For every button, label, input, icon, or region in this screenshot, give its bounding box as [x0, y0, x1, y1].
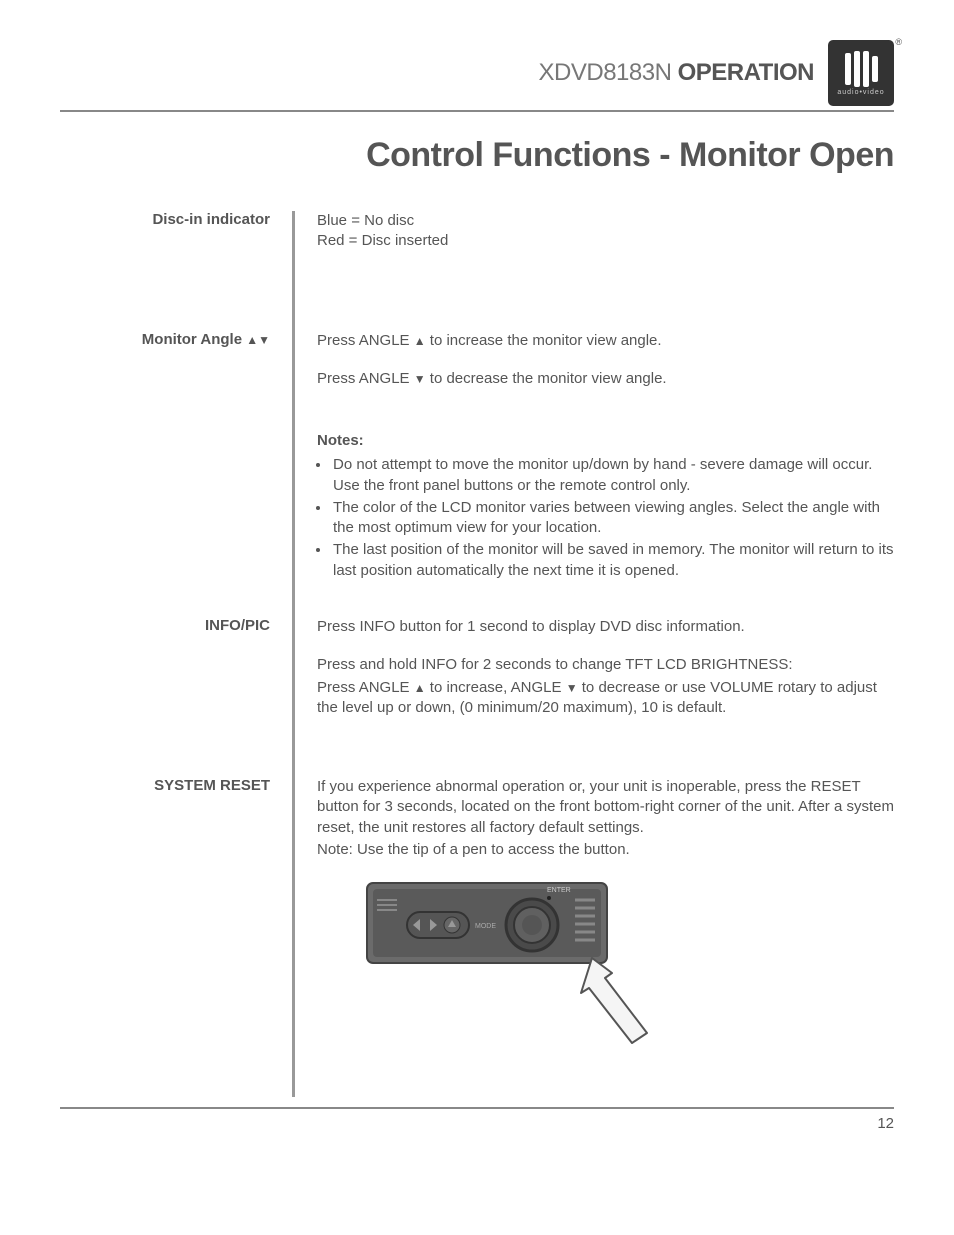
- reset-body: If you experience abnormal operation or,…: [295, 777, 894, 1078]
- angle-decrease-text: Press ANGLE to decrease the monitor view…: [317, 369, 894, 389]
- page-footer: 12: [60, 1107, 894, 1132]
- triangle-up-icon: [414, 679, 426, 696]
- header-rule: [60, 110, 894, 112]
- page-header: XDVD8183N OPERATION ® audio•video: [60, 40, 894, 106]
- notes-body: Notes: Do not attempt to move the monito…: [295, 431, 894, 617]
- reset-label: SYSTEM RESET: [60, 777, 292, 1097]
- operation-label: OPERATION: [678, 59, 814, 86]
- manual-page: XDVD8183N OPERATION ® audio•video Contro…: [0, 0, 954, 1162]
- note-2: The color of the LCD monitor varies betw…: [331, 498, 894, 539]
- device-illustration: ENTER MODE: [357, 878, 894, 1078]
- labels-column: Disc-in indicator Monitor Angle INFO/PIC…: [60, 211, 292, 1097]
- reset-note: Note: Use the tip of a pen to access the…: [317, 840, 894, 860]
- notes-heading: Notes:: [317, 432, 364, 449]
- notes-list: Do not attempt to move the monitor up/do…: [317, 455, 894, 581]
- registered-mark: ®: [895, 37, 902, 47]
- triangle-down-icon: [566, 679, 578, 696]
- disc-label: Disc-in indicator: [60, 211, 292, 331]
- svg-text:MODE: MODE: [475, 923, 496, 930]
- model-number: XDVD8183N: [539, 59, 672, 86]
- svg-text:ENTER: ENTER: [547, 887, 571, 894]
- header-title: XDVD8183N OPERATION: [539, 59, 814, 87]
- content-section: Disc-in indicator Monitor Angle INFO/PIC…: [60, 211, 894, 1097]
- angle-label-text: Monitor Angle: [142, 331, 246, 348]
- reset-diagram-icon: ENTER MODE: [357, 878, 657, 1078]
- disc-red-line: Red = Disc inserted: [317, 231, 894, 251]
- triangle-up-icon: [246, 331, 258, 348]
- page-title: Control Functions - Monitor Open: [60, 136, 894, 175]
- dual-logo: ® audio•video: [828, 40, 894, 106]
- triangle-down-icon: [258, 331, 270, 348]
- page-number: 12: [877, 1115, 894, 1132]
- notes-spacer: [60, 431, 292, 617]
- angle-label: Monitor Angle: [60, 331, 292, 431]
- info-p2: Press and hold INFO for 2 seconds to cha…: [317, 655, 894, 675]
- logo-bars-icon: [845, 51, 878, 87]
- info-p3: Press ANGLE to increase, ANGLE to decrea…: [317, 678, 894, 719]
- note-3: The last position of the monitor will be…: [331, 540, 894, 581]
- triangle-up-icon: [414, 332, 426, 349]
- disc-body: Blue = No disc Red = Disc inserted: [295, 211, 894, 331]
- info-p1: Press INFO button for 1 second to displa…: [317, 617, 894, 637]
- info-body: Press INFO button for 1 second to displa…: [295, 617, 894, 777]
- info-label: INFO/PIC: [60, 617, 292, 777]
- reset-p1: If you experience abnormal operation or,…: [317, 777, 894, 838]
- angle-increase-text: Press ANGLE to increase the monitor view…: [317, 331, 894, 351]
- triangle-down-icon: [414, 370, 426, 387]
- note-1: Do not attempt to move the monitor up/do…: [331, 455, 894, 496]
- logo-subtext: audio•video: [837, 89, 884, 96]
- disc-blue-line: Blue = No disc: [317, 211, 894, 231]
- body-column: Blue = No disc Red = Disc inserted Press…: [295, 211, 894, 1097]
- angle-body: Press ANGLE to increase the monitor view…: [295, 331, 894, 431]
